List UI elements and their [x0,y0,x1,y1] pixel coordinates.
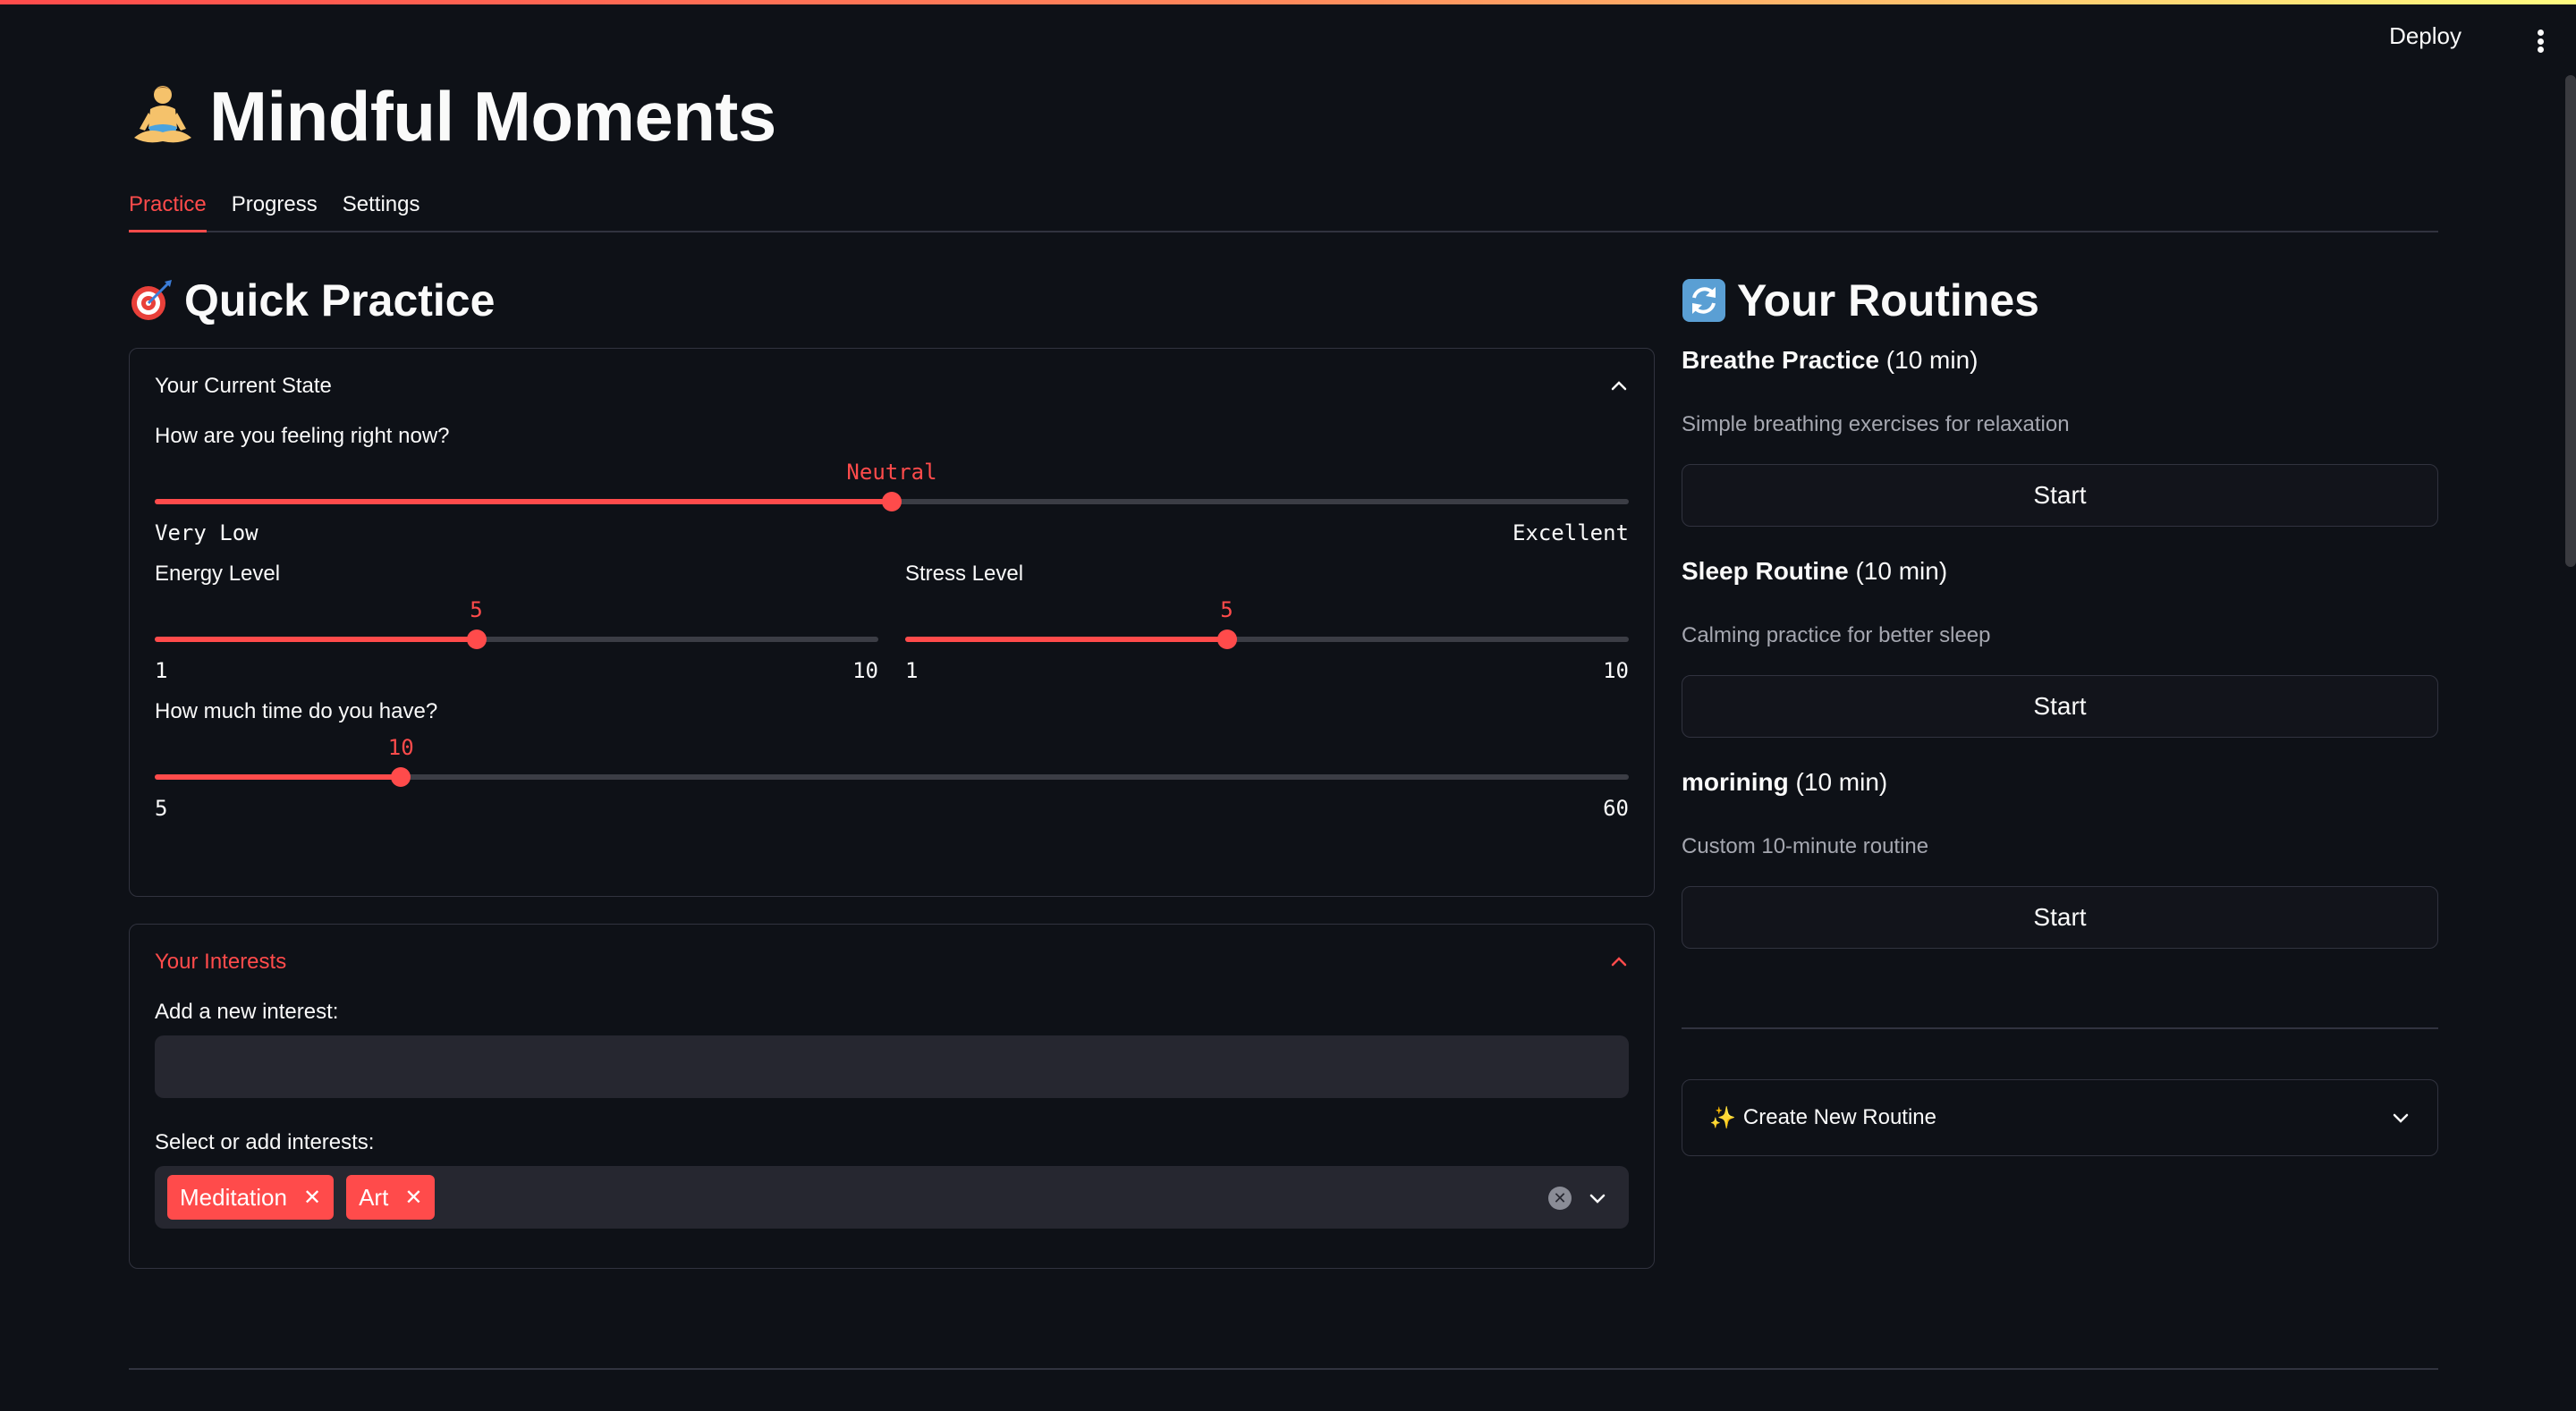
interests-title: Your Interests [155,950,287,974]
page-bottom-divider [129,1368,2438,1370]
page-scrollbar[interactable] [2565,75,2576,567]
stress-slider-min: 1 [905,658,919,683]
time-slider[interactable]: 10 5 60 [155,724,1629,823]
main-menu-icon[interactable] [2528,24,2553,58]
routine-name: Breathe Practice [1682,346,1880,374]
current-state-expander: Your Current State How are you feeling r… [129,348,1655,897]
time-slider-max: 60 [1603,796,1629,821]
tab-progress[interactable]: Progress [232,183,318,231]
routines-heading: Your Routines [1682,273,2438,328]
select-interests-label: Select or add interests: [155,1130,375,1154]
quick-practice-heading: Quick Practice [129,273,1655,328]
routine-item: Sleep Routine (10 min) Calming practice … [1682,557,2438,738]
add-interest-label: Add a new interest: [155,1000,339,1024]
interest-chip: Art ✕ [346,1175,436,1220]
time-slider-min: 5 [155,796,168,821]
routines-title: Your Routines [1737,275,2039,325]
create-routine-label-group: ✨ Create New Routine [1709,1105,1936,1131]
remove-chip-icon[interactable]: ✕ [303,1185,321,1211]
energy-slider-group: Energy Level 5 1 10 [155,562,878,685]
routine-item: Breathe Practice (10 min) Simple breathi… [1682,346,2438,527]
stress-slider-label: Stress Level [905,562,1024,586]
stress-slider-fill [905,637,1227,642]
feeling-slider[interactable]: Neutral Very Low Excellent [155,449,1629,547]
chevron-up-icon [1611,381,1627,391]
stress-slider-value: 5 [1220,597,1233,622]
routine-title: morining (10 min) [1682,768,2438,797]
feeling-slider-label: How are you feeling right now? [155,424,450,448]
routine-description: Calming practice for better sleep [1682,623,1991,647]
page-title: Mindful Moments [209,76,776,156]
stress-slider-thumb[interactable] [1216,629,1237,649]
routine-duration: (10 min) [1795,768,1888,796]
start-routine-button[interactable]: Start [1682,464,2438,527]
routines-divider [1682,1027,2438,1029]
arrows-repeat-icon [1682,279,1725,322]
time-slider-value: 10 [387,735,414,760]
routine-duration: (10 min) [1885,346,1979,374]
remove-chip-icon[interactable]: ✕ [404,1185,422,1211]
energy-slider-max: 10 [852,658,878,683]
stress-slider-group: Stress Level 5 1 10 [905,562,1629,685]
tab-bar: Practice Progress Settings [129,183,2438,232]
current-state-header[interactable]: Your Current State [155,349,1629,424]
time-slider-thumb[interactable] [391,767,411,787]
energy-slider-min: 1 [155,658,168,683]
interests-multiselect[interactable]: Meditation ✕ Art ✕ ✕ [155,1166,1629,1229]
routine-item: morining (10 min) Custom 10-minute routi… [1682,768,2438,949]
sparkles-icon: ✨ [1709,1105,1736,1130]
energy-slider-value: 5 [470,597,483,622]
start-routine-button[interactable]: Start [1682,675,2438,738]
target-dart-icon [131,280,172,320]
feeling-slider-thumb[interactable] [882,492,902,511]
add-interest-input[interactable] [155,1035,1629,1098]
feeling-slider-fill [155,499,892,504]
app-header: Deploy [0,4,2576,76]
tab-practice[interactable]: Practice [129,183,207,232]
clear-all-icon[interactable]: ✕ [1548,1187,1572,1210]
person-meditating-icon [134,86,191,143]
stress-slider[interactable]: 5 1 10 [905,587,1629,685]
energy-stress-row: Energy Level 5 1 10 Stress Level 5 1 10 [155,562,1629,685]
tab-settings[interactable]: Settings [343,183,420,231]
interest-chip-label: Art [359,1183,389,1211]
time-slider-fill [155,774,402,780]
interest-chip: Meditation ✕ [167,1175,335,1220]
columns: Quick Practice Your Current State How ar… [129,273,2438,1269]
stress-slider-max: 10 [1603,658,1629,683]
routine-name: Sleep Routine [1682,557,1849,585]
quick-practice-column: Quick Practice Your Current State How ar… [129,273,1655,1269]
routine-duration: (10 min) [1855,557,1948,585]
deploy-button[interactable]: Deploy [2389,22,2462,50]
page-title-row: Mindful Moments [129,76,2438,156]
energy-slider[interactable]: 5 1 10 [155,587,878,685]
time-slider-label: How much time do you have? [155,699,438,723]
create-routine-label: Create New Routine [1742,1105,1936,1129]
routine-title: Breathe Practice (10 min) [1682,346,2438,375]
interests-expander: Your Interests Add a new interest: Selec… [129,924,1655,1269]
current-state-title: Your Current State [155,374,332,398]
chevron-down-icon [2393,1113,2409,1123]
feeling-slider-value: Neutral [846,460,937,485]
routine-title: Sleep Routine (10 min) [1682,557,2438,586]
start-routine-button[interactable]: Start [1682,886,2438,949]
energy-slider-fill [155,637,477,642]
routine-description: Custom 10-minute routine [1682,834,1929,858]
main-content: Mindful Moments Practice Progress Settin… [129,76,2438,1370]
feeling-slider-max: Excellent [1512,520,1629,545]
interests-header[interactable]: Your Interests [155,925,1629,1000]
interest-chip-label: Meditation [180,1183,287,1211]
feeling-slider-min: Very Low [155,520,258,545]
routine-description: Simple breathing exercises for relaxatio… [1682,412,2070,436]
routines-column: Your Routines Breathe Practice (10 min) … [1682,273,2438,1269]
quick-practice-title: Quick Practice [184,275,496,325]
energy-slider-label: Energy Level [155,562,281,586]
routine-name: morining [1682,768,1789,796]
create-routine-expander[interactable]: ✨ Create New Routine [1682,1079,2438,1156]
chevron-up-icon [1611,957,1627,967]
energy-slider-thumb[interactable] [466,629,487,649]
routine-list: Breathe Practice (10 min) Simple breathi… [1682,346,2438,949]
chevron-down-icon[interactable] [1588,1188,1607,1208]
